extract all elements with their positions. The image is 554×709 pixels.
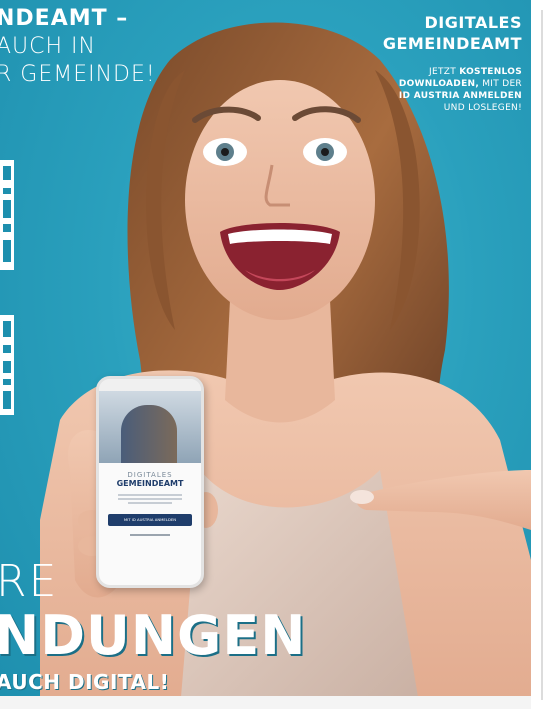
couple-photo [121, 405, 177, 463]
bottom-line3: AUCH DIGITAL! [0, 670, 170, 694]
page-edge-line [541, 10, 543, 700]
side-copy-line1: JETZT KOSTENLOS [429, 67, 522, 77]
app-title-line2: GEMEINDEAMT [116, 479, 184, 488]
side-title-line1: DIGITALES [424, 13, 522, 32]
side-copy: JETZT KOSTENLOS DOWNLOADEN, MIT DER ID A… [399, 66, 522, 114]
page-margin [531, 0, 554, 709]
side-copy-line4: UND LOSLEGEN! [443, 103, 522, 113]
login-button[interactable]: MIT ID AUSTRIA ANMELDEN [108, 514, 192, 526]
side-title-line2: GEMEINDEAMT [382, 34, 522, 53]
poster: DIGITALES GEMEINDEAMT MIT ID AUSTRIA ANM… [0, 0, 554, 709]
headline-line2: AUCH IN [0, 34, 96, 59]
page-bottom-strip [0, 696, 531, 709]
headline-line3: R GEMEINDE! [0, 62, 156, 87]
bottom-line2: NDUNGEN [0, 604, 307, 667]
side-copy-line2: DOWNLOADEN, MIT DER [398, 79, 522, 89]
side-title: DIGITALES GEMEINDEAMT [383, 12, 522, 54]
phone-status-bar [99, 379, 201, 391]
app-hero-photo [99, 391, 201, 463]
side-copy-line3: ID AUSTRIA ANMELDEN [398, 91, 522, 101]
bottom-line1: RE [0, 556, 59, 607]
app-title-line1: DIGITALES [127, 471, 173, 479]
app-subtitle-lines [118, 494, 182, 504]
headline-line1: NDEAMT – [0, 6, 129, 31]
app-secondary-link[interactable] [130, 534, 170, 536]
smartphone: DIGITALES GEMEINDEAMT MIT ID AUSTRIA ANM… [96, 376, 204, 588]
